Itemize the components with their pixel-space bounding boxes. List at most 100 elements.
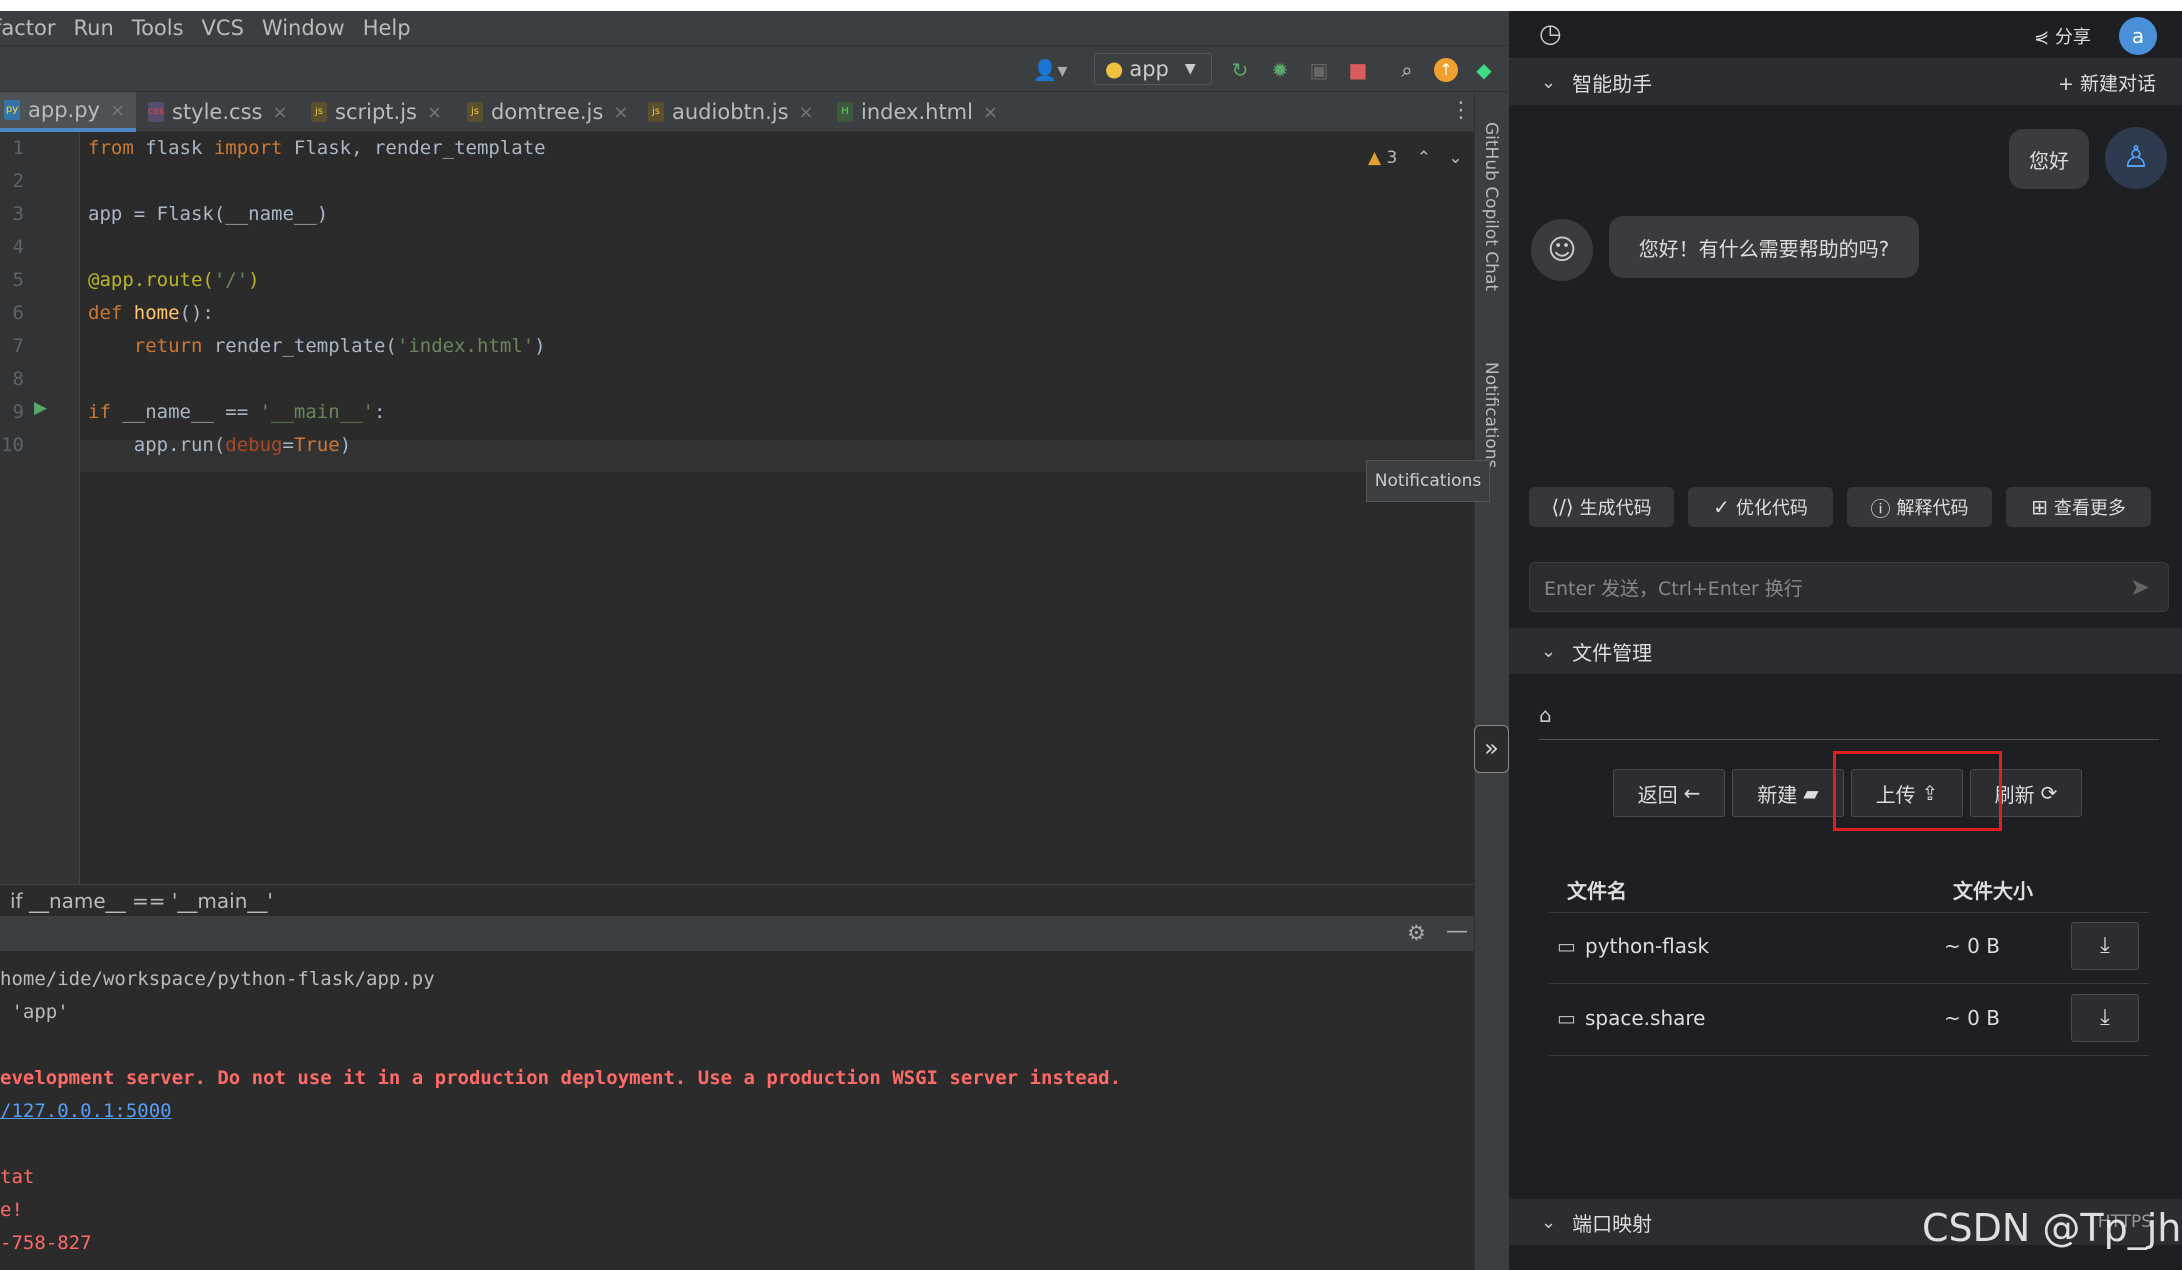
line-number: 7	[12, 335, 24, 357]
share-button[interactable]: ⋞ 分享	[2034, 23, 2091, 49]
plus-icon: +	[2058, 72, 2074, 95]
console-line: home/ide/workspace/python-flask/app.py	[0, 968, 435, 990]
new-folder-button[interactable]: 新建 ▰	[1732, 769, 1844, 817]
back-button[interactable]: 返回 ←	[1613, 769, 1725, 817]
close-icon[interactable]: ×	[799, 102, 814, 123]
code-line-9: if __name__ == '__main__':	[88, 401, 386, 423]
menu-vcs[interactable]: VCS	[202, 16, 244, 40]
highlight-box	[1833, 751, 2002, 831]
view-more-button[interactable]: ⊞ 查看更多	[2006, 487, 2151, 527]
path-divider	[1539, 739, 2159, 740]
console-link[interactable]: /127.0.0.1:5000	[0, 1100, 172, 1122]
new-chat-button[interactable]: + 新建对话	[2058, 69, 2156, 96]
chevron-down-icon: ▼	[1184, 61, 1196, 77]
console-line: tat	[0, 1166, 35, 1188]
user-message: 您好	[2009, 129, 2089, 189]
more-tabs-icon[interactable]: ⋮	[1450, 98, 1472, 123]
info-icon: ⓘ	[1870, 496, 1891, 521]
warning-indicator[interactable]: ▲ 3 ⌃ ⌄	[1368, 148, 1463, 168]
user-icon: ♙	[2105, 127, 2167, 189]
html-file-icon: H	[837, 102, 853, 122]
code-editor[interactable]: 1 2 3 4 5 6 7 8 9 10 ▶ from flask import…	[0, 132, 1474, 884]
run-console[interactable]: home/ide/workspace/python-flask/app.py '…	[0, 951, 1474, 1270]
assistant-section-header[interactable]: ⌄ 智能助手 + 新建对话	[1509, 59, 2182, 105]
console-line: 'app'	[0, 1001, 69, 1023]
code-line-7: return render_template('index.html')	[133, 335, 546, 357]
line-number: 5	[12, 269, 24, 291]
optimize-code-label: 优化代码	[1735, 498, 1808, 519]
rerun-icon[interactable]: ↻	[1228, 58, 1252, 82]
file-manager-title: 文件管理	[1572, 640, 1653, 665]
collapse-panel-button[interactable]: »	[1474, 725, 1509, 773]
gear-icon[interactable]: ⚙	[1407, 921, 1426, 945]
generate-code-button[interactable]: ⟨/⟩ 生成代码	[1529, 487, 1674, 527]
line-number: 3	[12, 203, 24, 225]
line-number: 4	[12, 236, 24, 258]
chevron-up-icon[interactable]: ⌃	[1417, 148, 1431, 168]
menu-window[interactable]: Window	[262, 16, 345, 40]
editor-tabs: py app.py × css style.css × js script.js…	[0, 92, 1474, 132]
check-circle-icon: ✓	[1713, 495, 1730, 519]
console-line: evelopment server. Do not use it in a pr…	[0, 1067, 1122, 1089]
table-row[interactable]: ▭ python-flask ~ 0 B ⤓	[1549, 912, 2149, 984]
generate-code-label: 生成代码	[1579, 498, 1652, 519]
close-icon[interactable]: ×	[983, 102, 998, 123]
coverage-icon[interactable]: ▣	[1307, 58, 1331, 82]
file-name[interactable]: python-flask	[1585, 934, 1709, 958]
home-icon[interactable]: ⌂	[1539, 703, 1552, 727]
line-number: 10	[1, 434, 24, 456]
run-config-select[interactable]: ● app ▼	[1094, 53, 1212, 85]
user-switch-icon[interactable]: 👤▾	[1030, 58, 1070, 82]
stop-icon[interactable]: ■	[1346, 58, 1370, 82]
python-icon: ●	[1105, 57, 1124, 81]
css-file-icon: css	[148, 102, 164, 122]
update-icon[interactable]: ↑	[1434, 58, 1458, 82]
js-file-icon: js	[311, 102, 327, 122]
explain-code-button[interactable]: ⓘ 解释代码	[1847, 487, 1992, 527]
run-gutter-icon[interactable]: ▶	[34, 398, 47, 418]
close-icon[interactable]: ×	[272, 102, 287, 123]
chevron-down-icon[interactable]: ⌄	[1448, 148, 1462, 168]
file-name[interactable]: space.share	[1585, 1006, 1705, 1030]
folder-icon: ▭	[1557, 934, 1576, 958]
search-icon[interactable]: ⌕	[1395, 58, 1419, 82]
folder-icon: ▭	[1557, 1006, 1576, 1030]
send-icon[interactable]: ➤	[2130, 573, 2150, 601]
refresh-icon: ⟳	[2040, 781, 2058, 805]
line-number: 8	[12, 368, 24, 390]
tab-script-js[interactable]: js script.js ×	[311, 92, 442, 132]
download-icon[interactable]: ⤓	[2071, 922, 2139, 970]
user-avatar[interactable]: a	[2119, 17, 2157, 55]
ide-window: factor Run Tools VCS Window Help 👤▾ ● ap…	[0, 11, 1509, 1270]
folder-icon: ▰	[1803, 781, 1819, 805]
table-row[interactable]: ▭ space.share ~ 0 B ⤓	[1549, 984, 2149, 1056]
chat-input[interactable]: Enter 发送，Ctrl+Enter 换行 ➤	[1529, 562, 2169, 612]
minimize-icon[interactable]: —	[1446, 919, 1468, 944]
screen: factor Run Tools VCS Window Help 👤▾ ● ap…	[0, 0, 2182, 1270]
chevron-down-icon: ⌄	[1541, 640, 1557, 662]
menu-run[interactable]: Run	[74, 16, 114, 40]
close-icon[interactable]: ×	[110, 100, 125, 121]
back-label: 返回	[1637, 782, 1678, 807]
dashboard-icon[interactable]: ◷	[1539, 19, 1562, 49]
download-icon[interactable]: ⤓	[2071, 994, 2139, 1042]
tab-audiobtn-js[interactable]: js audiobtn.js ×	[648, 92, 814, 132]
github-copilot-chat-tab[interactable]: GitHub Copilot Chat	[1481, 122, 1501, 291]
breadcrumb[interactable]: if __name__ == '__main__'	[0, 884, 1474, 916]
plugin-icon[interactable]: ◆	[1472, 58, 1496, 82]
menu-tools[interactable]: Tools	[132, 16, 184, 40]
tab-index-html[interactable]: H index.html ×	[837, 92, 998, 132]
tab-domtree-js[interactable]: js domtree.js ×	[467, 92, 628, 132]
close-icon[interactable]: ×	[613, 102, 628, 123]
tab-style-css[interactable]: css style.css ×	[148, 92, 288, 132]
file-manager-section-header[interactable]: ⌄ 文件管理	[1509, 628, 2182, 674]
toolbar: 👤▾ ● app ▼ ↻ ✹ ▣ ■ ⌕ ↑ ◆	[0, 46, 1509, 92]
optimize-code-button[interactable]: ✓ 优化代码	[1688, 487, 1833, 527]
menu-refactor[interactable]: factor	[0, 16, 56, 40]
menu-help[interactable]: Help	[363, 16, 411, 40]
tab-app-py[interactable]: py app.py ×	[0, 92, 136, 132]
column-filename: 文件名	[1567, 879, 1627, 903]
close-icon[interactable]: ×	[427, 102, 442, 123]
debug-bug-icon[interactable]: ✹	[1268, 58, 1292, 82]
notifications-tab[interactable]: Notifications	[1481, 362, 1501, 468]
